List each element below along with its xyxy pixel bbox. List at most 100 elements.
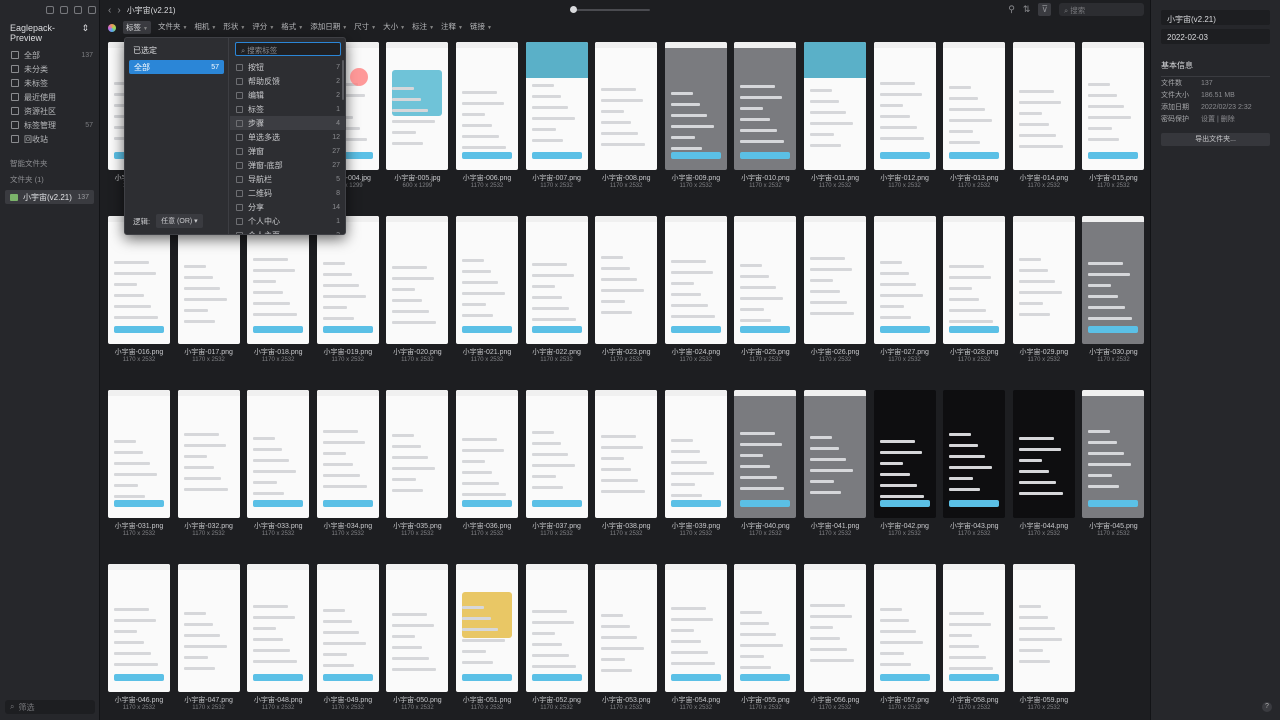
search-input[interactable]: ⌕ 搜索 [1059,3,1144,16]
checkbox-icon[interactable] [236,161,243,169]
preview-line [740,85,776,88]
preview-line [949,645,980,648]
sidebar-item[interactable]: 资源社区 [0,104,99,118]
tag-label: 导航栏 [248,174,272,184]
filter-dropdown[interactable]: 评分 ▼ [252,21,274,34]
preview-line [183,645,227,648]
preview-line [462,449,504,452]
preview-line [740,655,765,658]
filter-dropdown[interactable]: 尺寸 ▼ [354,21,376,34]
tag-option[interactable]: 个人主页 2 [230,228,346,234]
checkbox-icon[interactable] [236,105,243,113]
preview-line [322,609,345,612]
tag-option[interactable]: 个人中心 1 [230,214,346,228]
selected-all[interactable]: 全部 57 [129,60,224,74]
sidebar-item[interactable]: 全部 137 [0,48,99,62]
screenshot-preview [595,42,658,170]
tag-option[interactable]: 弹窗-底部 27 [230,158,346,172]
sidebar-item[interactable]: 标签管理 57 [0,118,99,132]
filter-dropdown[interactable]: 链接 ▼ [470,21,492,34]
status-bar [247,564,310,570]
sidebar-item[interactable]: 未标签 [0,76,99,90]
tag-option[interactable]: 按钮 7 [230,60,346,74]
preview-line [670,629,694,632]
tag-option[interactable]: 编辑 2 [230,88,346,102]
preview-line [183,265,206,268]
checkbox-icon[interactable] [236,217,243,225]
back-icon[interactable]: ‹ [108,5,111,16]
pin-icon[interactable]: ⚲ [1008,4,1015,15]
logic-dropdown[interactable]: 任意 (OR) ▾ [156,214,203,228]
folders-header[interactable]: 文件夹 (1) [0,171,99,187]
preview-line [601,457,625,460]
forward-icon[interactable]: › [117,5,120,16]
filter-dropdown[interactable]: 文件夹 ▼ [158,21,187,34]
tag-search-input[interactable]: ⌕ 搜索标签 [235,42,341,56]
checkbox-icon[interactable] [236,147,243,155]
thumbnail-size-slider[interactable] [570,6,650,13]
folder-icon [10,193,18,201]
info-value[interactable]: 设置 | 删除 [1201,114,1235,125]
folder-name-field[interactable]: 小宇宙(v2.21) [1161,10,1270,25]
screenshot-preview [664,390,727,518]
sidebar-item[interactable]: 回收站 [0,132,99,146]
sidebar-item[interactable]: 未分类 [0,62,99,76]
tag-option[interactable]: 帮助反馈 2 [230,74,346,88]
tag-option[interactable]: 弹窗 27 [230,144,346,158]
scrollbar[interactable] [342,60,344,100]
filter-dropdown[interactable]: 添加日期 ▼ [310,21,347,34]
smart-folders-header[interactable]: 智能文件夹 [0,146,99,171]
tag-option[interactable]: 标签 1 [230,102,346,116]
export-folder-button[interactable]: 导出文件夹... [1161,133,1270,146]
bell-icon[interactable] [46,6,54,14]
preview-line [392,646,423,649]
filter-dropdown[interactable]: 标签 ▼ [123,21,151,34]
status-bar [456,216,518,222]
filter-dropdown[interactable]: 标注 ▼ [412,21,434,34]
filter-dropdown[interactable]: 格式 ▼ [281,21,303,34]
status-bar [456,42,518,48]
library-switcher[interactable]: Eaglepack-Preview ⇕ [0,18,99,48]
checkbox-icon[interactable] [236,133,243,141]
tag-option[interactable]: 导航栏 5 [230,172,346,186]
sidebar-item-label: 全部 [24,50,40,60]
sort-icon[interactable]: ⇅ [1023,4,1031,15]
folder-date-field[interactable]: 2022-02-03 [1161,29,1270,44]
checkbox-icon[interactable] [236,63,243,71]
checkbox-icon[interactable] [236,203,243,211]
checkbox-icon[interactable] [236,175,243,183]
status-bar [873,42,936,48]
tag-option[interactable]: 步骤 4 [230,116,346,130]
folder-item[interactable]: 小宇宙(v2.21) 137 [5,190,94,204]
filter-dropdown[interactable]: 相机 ▼ [194,21,216,34]
checkbox-icon[interactable] [236,77,243,85]
unsorted-icon [11,65,19,73]
status-bar [386,216,449,222]
preview-line [253,280,277,283]
preview-line [601,625,631,628]
tag-option[interactable]: 单选多选 12 [230,130,346,144]
checkbox-icon[interactable] [236,119,243,127]
add-icon[interactable] [74,6,82,14]
preview-line [740,107,764,110]
tag-option[interactable]: 分享 14 [230,200,346,214]
tag-option[interactable]: 二维码 8 [230,186,346,200]
sidebar-filter-input[interactable]: ⌕ 筛选 [5,700,95,714]
sidebar-item[interactable]: 最近使用 [0,90,99,104]
filter-dropdown[interactable]: 大小 ▼ [383,21,405,34]
checkbox-icon[interactable] [236,189,243,197]
filter-dropdown[interactable]: 注释 ▼ [441,21,463,34]
preview-line [531,296,562,299]
checkbox-icon[interactable] [236,231,243,234]
preview-line [1088,474,1113,477]
filter-dropdown[interactable]: 形状 ▼ [223,21,245,34]
checkbox-icon[interactable] [236,91,243,99]
sync-icon[interactable] [60,6,68,14]
slider-knob[interactable] [570,6,577,13]
color-filter-icon[interactable] [108,23,116,32]
layout-icon[interactable] [88,6,96,14]
preview-line [740,454,764,457]
preview-line [1088,295,1119,298]
help-icon[interactable]: ? [1262,702,1272,712]
filter-icon[interactable]: ⊽ [1038,3,1051,16]
